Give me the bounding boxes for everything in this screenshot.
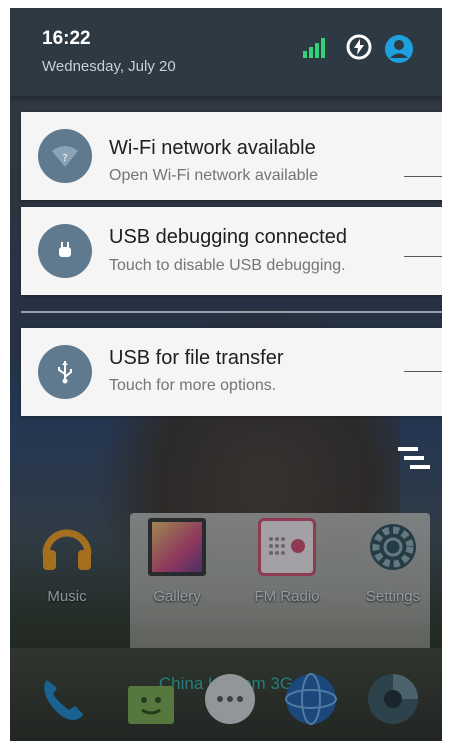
quick-settings-header[interactable]: 16:22 Wednesday, July 20 [10, 8, 442, 96]
clock: 16:22 [42, 28, 91, 49]
notification-usb-debugging[interactable]: USB debugging connected Touch to disable… [21, 207, 442, 295]
wifi-question-icon: ? [38, 129, 92, 183]
clear-all-icon[interactable] [396, 445, 430, 471]
user-avatar-icon[interactable] [384, 34, 414, 64]
android-debug-icon [38, 224, 92, 278]
notification-subtitle: Touch to disable USB debugging. [109, 257, 346, 274]
notification-title: USB debugging connected [109, 226, 347, 248]
signal-icon [303, 38, 325, 58]
notification-usb-transfer[interactable]: USB for file transfer Touch for more opt… [21, 328, 442, 416]
divider-line [404, 371, 442, 372]
usb-icon [38, 345, 92, 399]
svg-text:?: ? [62, 153, 67, 164]
battery-charging-icon[interactable] [346, 34, 372, 60]
notification-subtitle: Open Wi-Fi network available [109, 167, 318, 184]
divider-line [404, 176, 442, 177]
notification-subtitle: Touch for more options. [109, 377, 277, 394]
notification-title: Wi-Fi network available [109, 137, 316, 159]
notification-title: USB for file transfer [109, 347, 284, 369]
date-label: Wednesday, July 20 [42, 58, 176, 75]
phone-screen: Music Gallery FM Radio Settings China 3G… [10, 8, 442, 741]
divider-line [404, 256, 442, 257]
notification-wifi[interactable]: ? Wi-Fi network available Open Wi-Fi net… [21, 112, 442, 200]
notification-group-divider [21, 311, 442, 313]
